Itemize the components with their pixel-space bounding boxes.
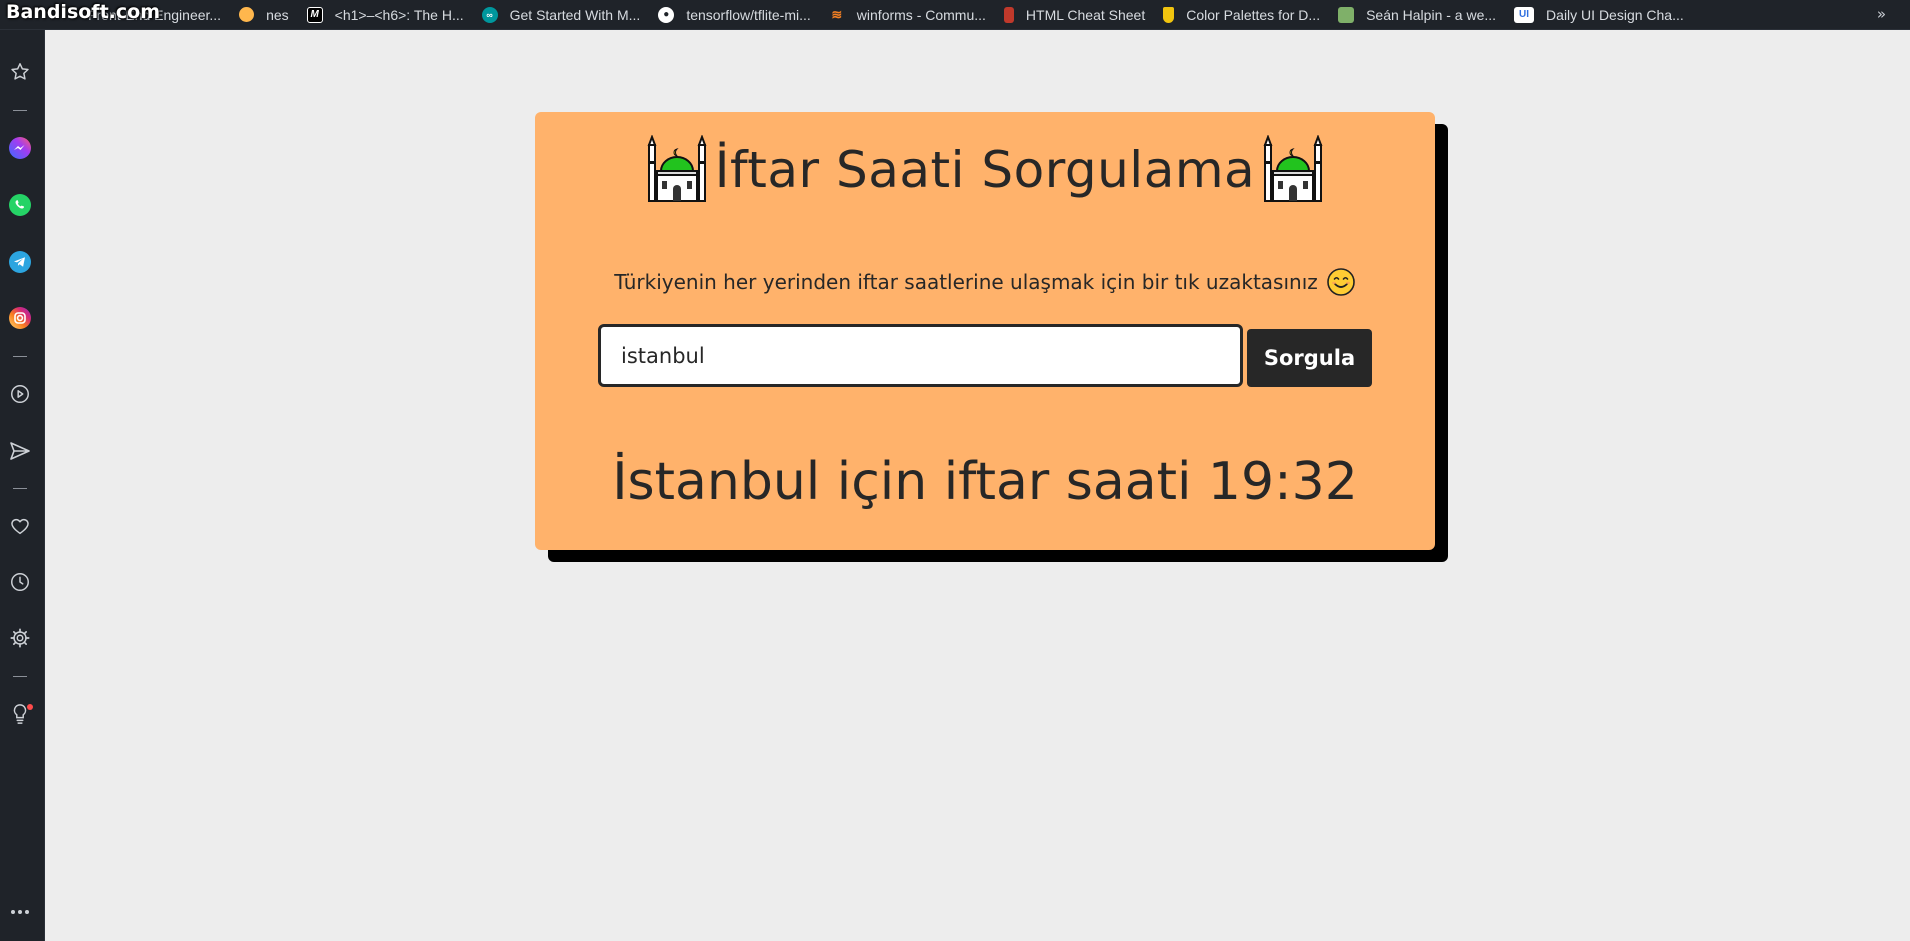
notification-dot [27, 704, 33, 710]
watermark: Bandisoft.com [6, 1, 160, 23]
bookmark-label: tensorflow/tflite-mi... [686, 6, 811, 23]
settings-icon[interactable] [8, 626, 32, 650]
arduino-icon: ∞ [481, 6, 498, 23]
orange-circle-icon [239, 7, 255, 22]
avatar-icon [1338, 6, 1355, 23]
mosque-icon [1263, 135, 1323, 202]
telegram-icon[interactable] [8, 250, 32, 274]
whatsapp-icon[interactable] [8, 193, 32, 217]
ui-icon: UI [1514, 6, 1535, 23]
bookmark-label: Color Palettes for D... [1186, 6, 1321, 23]
bookmark-item[interactable]: ≋ winforms - Commu... [829, 0, 1004, 29]
bookmark-label: Daily UI Design Cha... [1546, 6, 1684, 23]
subtitle-row: Türkiyenin her yerinden iftar saatlerine… [535, 267, 1435, 297]
sidebar [0, 30, 45, 941]
sidebar-divider [13, 110, 27, 111]
iftar-card: İftar Saati Sorgulama Türkiyenin her yer… [535, 112, 1435, 550]
player-icon[interactable] [8, 382, 32, 406]
bookmark-item[interactable]: ∞ Get Started With M... [481, 0, 659, 29]
iftar-result-text: İstanbul için iftar saati 19:32 [612, 452, 1358, 512]
bookmark-label: Get Started With M... [509, 6, 641, 23]
sidebar-divider [13, 676, 27, 677]
bookmark-item[interactable]: Seán Halpin - a we... [1338, 0, 1514, 29]
heart-icon[interactable] [8, 514, 32, 538]
bookmark-item[interactable]: HTML Cheat Sheet [1003, 0, 1163, 29]
bookmarks-list: Front-End Engineer... nes M <h1>–<h6>: T… [88, 0, 1702, 29]
bookmark-item[interactable]: UI Daily UI Design Cha... [1514, 0, 1702, 29]
github-icon: ● [658, 6, 675, 23]
messenger-icon[interactable] [8, 136, 32, 160]
more-options-icon[interactable] [8, 900, 32, 924]
instagram-icon[interactable] [8, 306, 32, 330]
page-title: İftar Saati Sorgulama [714, 141, 1256, 199]
history-icon[interactable] [8, 570, 32, 594]
bookmark-item[interactable]: M <h1>–<h6>: The H... [306, 0, 482, 29]
bookmark-label: <h1>–<h6>: The H... [334, 6, 464, 23]
lightbulb-icon[interactable] [8, 702, 33, 726]
send-icon[interactable] [8, 439, 32, 463]
subtitle: Türkiyenin her yerinden iftar saatlerine… [614, 270, 1318, 294]
bookmark-label: winforms - Commu... [856, 6, 986, 23]
sidebar-divider [13, 488, 27, 489]
query-button[interactable]: Sorgula [1247, 329, 1372, 387]
bookmarks-bar: Bandisoft.com Front-End Engineer... nes … [0, 0, 1910, 30]
bookmark-label: Seán Halpin - a we... [1366, 6, 1497, 23]
chevrons-right-icon[interactable]: » [1877, 5, 1886, 23]
city-search-input[interactable] [598, 324, 1243, 387]
bookmark-item[interactable]: Color Palettes for D... [1163, 0, 1338, 29]
sidebar-divider [13, 356, 27, 357]
bookmark-label: nes [266, 6, 289, 23]
mosque-icon [647, 135, 707, 202]
html-icon [1003, 6, 1014, 23]
mdn-icon: M [306, 6, 323, 23]
bookmark-label: HTML Cheat Sheet [1025, 6, 1146, 23]
bookmark-item[interactable]: ● tensorflow/tflite-mi... [658, 0, 828, 29]
bookmark-item[interactable]: nes [239, 0, 307, 29]
star-icon[interactable] [8, 60, 32, 84]
title-row: İftar Saati Sorgulama [535, 130, 1435, 210]
stackoverflow-icon: ≋ [831, 6, 843, 22]
smiling-face-icon [1326, 268, 1355, 296]
palette-icon [1163, 6, 1175, 23]
